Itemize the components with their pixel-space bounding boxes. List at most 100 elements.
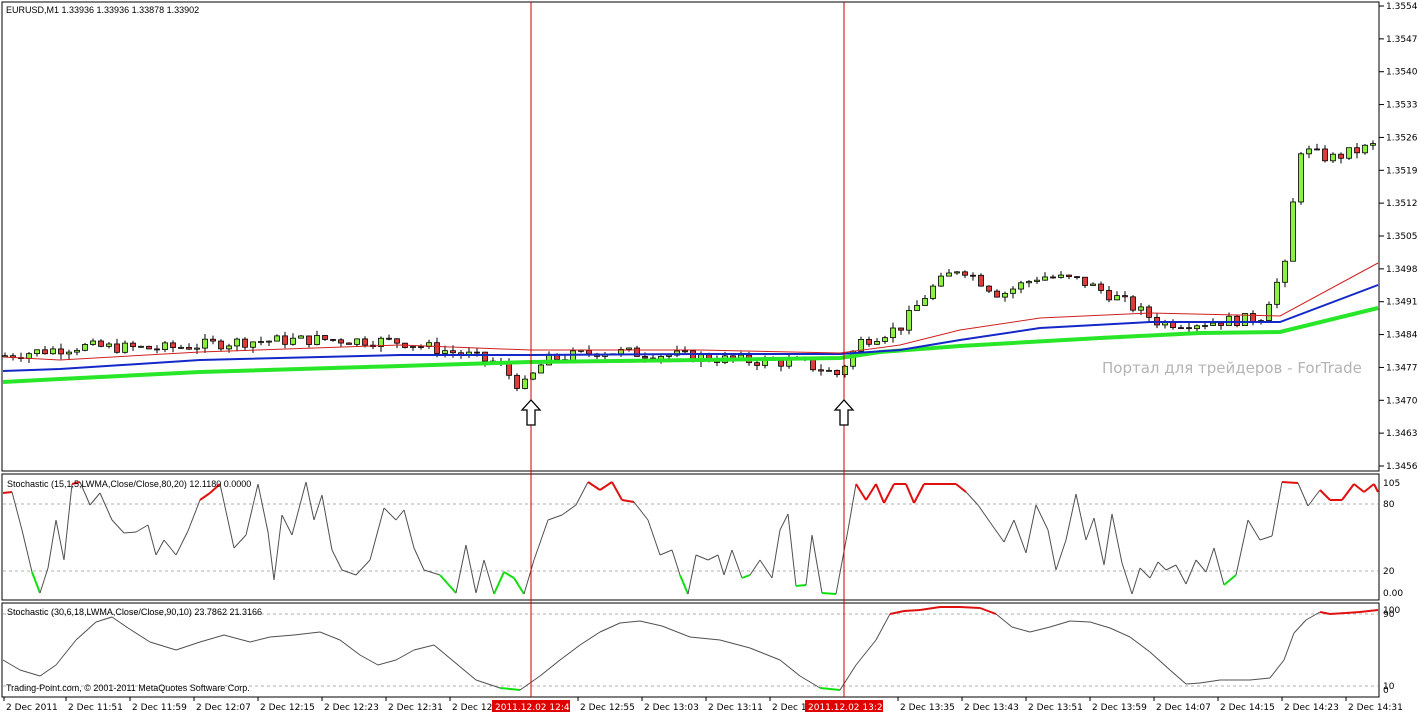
time-tick-label: 2 Dec 1 <box>772 703 807 713</box>
candle <box>474 351 480 354</box>
candle <box>834 369 840 375</box>
candle <box>1274 281 1280 305</box>
candle <box>66 351 72 355</box>
candle <box>50 348 56 355</box>
time-tick-label: 2 Dec 14:15 <box>1220 703 1275 713</box>
copyright-text: Trading-Point.com, © 2001-2011 MetaQuote… <box>6 683 250 693</box>
candle <box>946 272 952 277</box>
indicator-tick-label: 20 <box>1383 567 1395 577</box>
candle <box>578 349 584 352</box>
candle <box>1370 143 1376 146</box>
candle <box>1282 260 1288 283</box>
candle <box>154 348 160 351</box>
time-tick-label: 2 Dec 13:51 <box>1028 703 1083 713</box>
stochastic-segment <box>903 609 921 612</box>
time-tick-label: 2 Dec 11:51 <box>68 703 123 713</box>
candle <box>962 271 968 276</box>
candle <box>450 350 456 354</box>
candle <box>170 342 176 348</box>
price-tick-label: 1.34845 <box>1386 331 1418 341</box>
indicator-tick-label: 0.00 <box>1383 589 1403 599</box>
time-axis[interactable]: 2 Dec 2011 2 Dec 11:51 2 Dec 11:59 2 Dec 12… <box>3 697 1403 713</box>
candle <box>522 378 528 389</box>
time-tick-label: 2 Dec 13:03 <box>644 703 699 713</box>
candle <box>970 274 976 277</box>
candle <box>1042 276 1048 281</box>
candle <box>122 342 128 353</box>
stochastic-1-axis: 105 80 20 0.00 <box>1383 479 1403 599</box>
candle <box>1330 153 1336 162</box>
candle <box>1090 283 1096 286</box>
price-tick-label: 1.35475 <box>1386 35 1418 45</box>
candle <box>1010 288 1016 294</box>
candle <box>514 374 520 389</box>
candle <box>930 285 936 299</box>
candle <box>890 327 896 339</box>
candle <box>1082 276 1088 286</box>
time-tick-label: 2 Dec 12: <box>452 703 495 713</box>
candle <box>898 327 904 331</box>
cursor-time-label-2: 2011.12.02 13:28 <box>808 703 889 713</box>
price-tick-label: 1.34635 <box>1386 429 1418 439</box>
candle <box>362 338 368 346</box>
candle <box>1266 303 1272 321</box>
candle <box>1186 327 1192 330</box>
price-tick-label: 1.34775 <box>1386 363 1418 373</box>
stochastic-segment <box>959 606 981 609</box>
candle <box>266 340 272 343</box>
candle <box>954 271 960 274</box>
candle <box>58 348 64 355</box>
candle <box>986 285 992 292</box>
candle <box>210 338 216 342</box>
price-axis[interactable]: 1.35545 1.35475 1.35405 1.35335 1.35265 1.351… <box>1379 2 1418 472</box>
candle <box>282 335 288 345</box>
candle <box>98 340 104 347</box>
cursor-time-label-1: 2011.12.02 12:49 <box>495 703 576 713</box>
time-tick-label: 2 Dec 14:07 <box>1156 703 1211 713</box>
indicator-tick-label: 105 <box>1383 479 1400 489</box>
time-tick-label: 2 Dec 14:23 <box>1284 703 1339 713</box>
time-tick-label: 2 Dec 12:55 <box>580 703 635 713</box>
candle <box>1314 148 1320 151</box>
price-tick-label: 1.35405 <box>1386 68 1418 78</box>
candle <box>1146 306 1152 318</box>
price-tick-label: 1.35125 <box>1386 199 1418 209</box>
candle <box>1130 296 1136 311</box>
candle <box>938 275 944 287</box>
candle <box>42 349 48 355</box>
candle <box>82 344 88 351</box>
stochastic-segment <box>795 584 807 587</box>
candle <box>1338 153 1344 159</box>
candle <box>306 335 312 345</box>
main-price-panel[interactable] <box>1 1 1380 472</box>
candle <box>906 310 912 331</box>
candle <box>146 345 152 350</box>
candle <box>34 349 40 355</box>
candle <box>810 359 816 371</box>
candle <box>1226 315 1232 326</box>
candle <box>1066 274 1072 278</box>
candle <box>90 340 96 345</box>
candle <box>354 338 360 345</box>
candle <box>1362 144 1368 154</box>
candle <box>626 347 632 350</box>
candle <box>842 365 848 375</box>
candle <box>666 354 672 357</box>
candle <box>1354 147 1360 154</box>
price-tick-label: 1.35335 <box>1386 101 1418 111</box>
candle <box>1298 153 1304 203</box>
candle <box>1106 290 1112 301</box>
candle <box>1194 325 1200 330</box>
candle <box>778 359 784 367</box>
candle <box>330 339 336 341</box>
candle <box>106 343 112 347</box>
chart-canvas[interactable]: EURUSD,M1 1.33936 1.33936 1.33878 1.3390… <box>0 0 1418 714</box>
candle <box>1290 201 1296 262</box>
candle <box>866 338 872 345</box>
candle <box>178 346 184 349</box>
candle <box>1306 148 1312 155</box>
candle <box>818 369 824 372</box>
candle <box>1218 322 1224 326</box>
candle <box>74 349 80 353</box>
candle <box>1058 274 1064 278</box>
